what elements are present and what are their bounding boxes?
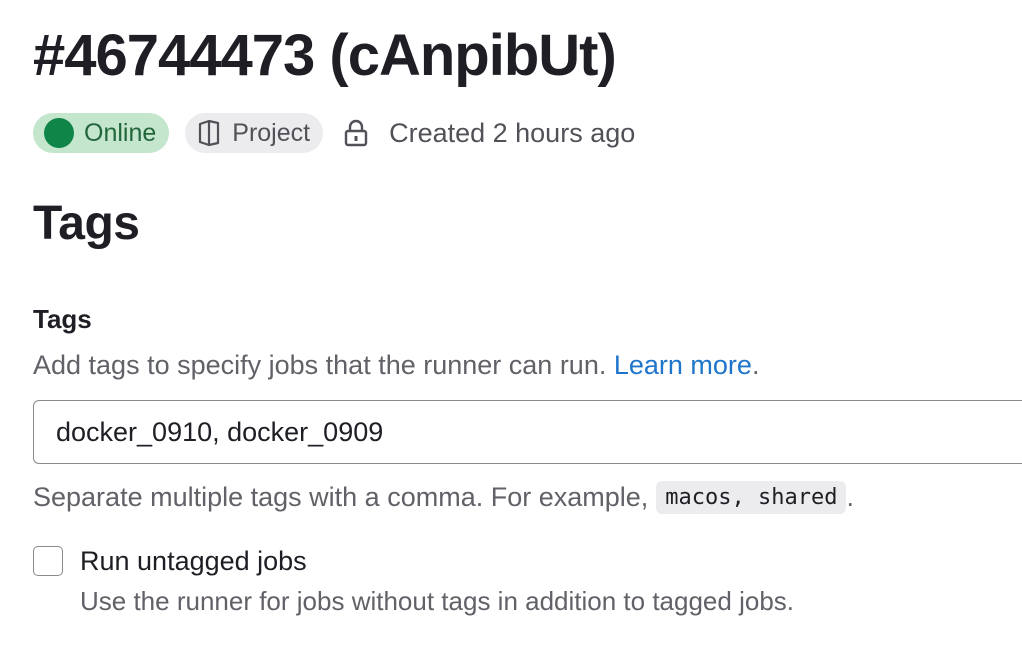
lock-icon [344, 119, 368, 147]
tags-example-code: macos, shared [656, 480, 847, 514]
run-untagged-help: Use the runner for jobs without tags in … [80, 586, 794, 616]
tags-input[interactable] [33, 400, 1022, 464]
project-icon [199, 119, 220, 147]
tags-help-text: Add tags to specify jobs that the runner… [33, 350, 607, 380]
run-untagged-text: Run untagged jobs Use the runner for job… [80, 544, 794, 618]
tags-description-suffix: . [846, 481, 854, 512]
section-title: Tags [33, 197, 140, 250]
learn-more-link[interactable]: Learn more [614, 350, 752, 380]
run-untagged-label[interactable]: Run untagged jobs [80, 544, 794, 578]
tags-help-suffix: . [751, 350, 760, 380]
run-untagged-checkbox[interactable] [33, 546, 63, 576]
created-timestamp: Created 2 hours ago [389, 117, 636, 148]
runner-title: #46744473 (cAnpibUt) [33, 23, 617, 88]
status-label: Online [84, 118, 157, 147]
tags-field-label: Tags [33, 304, 92, 334]
runner-type-badge: Project [185, 113, 324, 153]
run-untagged-option: Run untagged jobs Use the runner for job… [33, 544, 794, 618]
runner-page: #46744473 (cAnpibUt) Online Project Crea… [33, 0, 1022, 664]
status-badge: Online [33, 113, 170, 153]
tags-field-description: Separate multiple tags with a comma. For… [33, 476, 854, 518]
status-dot-icon [44, 118, 74, 148]
tags-field-help: Add tags to specify jobs that the runner… [33, 350, 759, 381]
runner-meta: Online Project Created 2 hours ago [33, 113, 635, 153]
tags-description-text: Separate multiple tags with a comma. For… [33, 481, 649, 512]
runner-type-label: Project [232, 118, 311, 147]
